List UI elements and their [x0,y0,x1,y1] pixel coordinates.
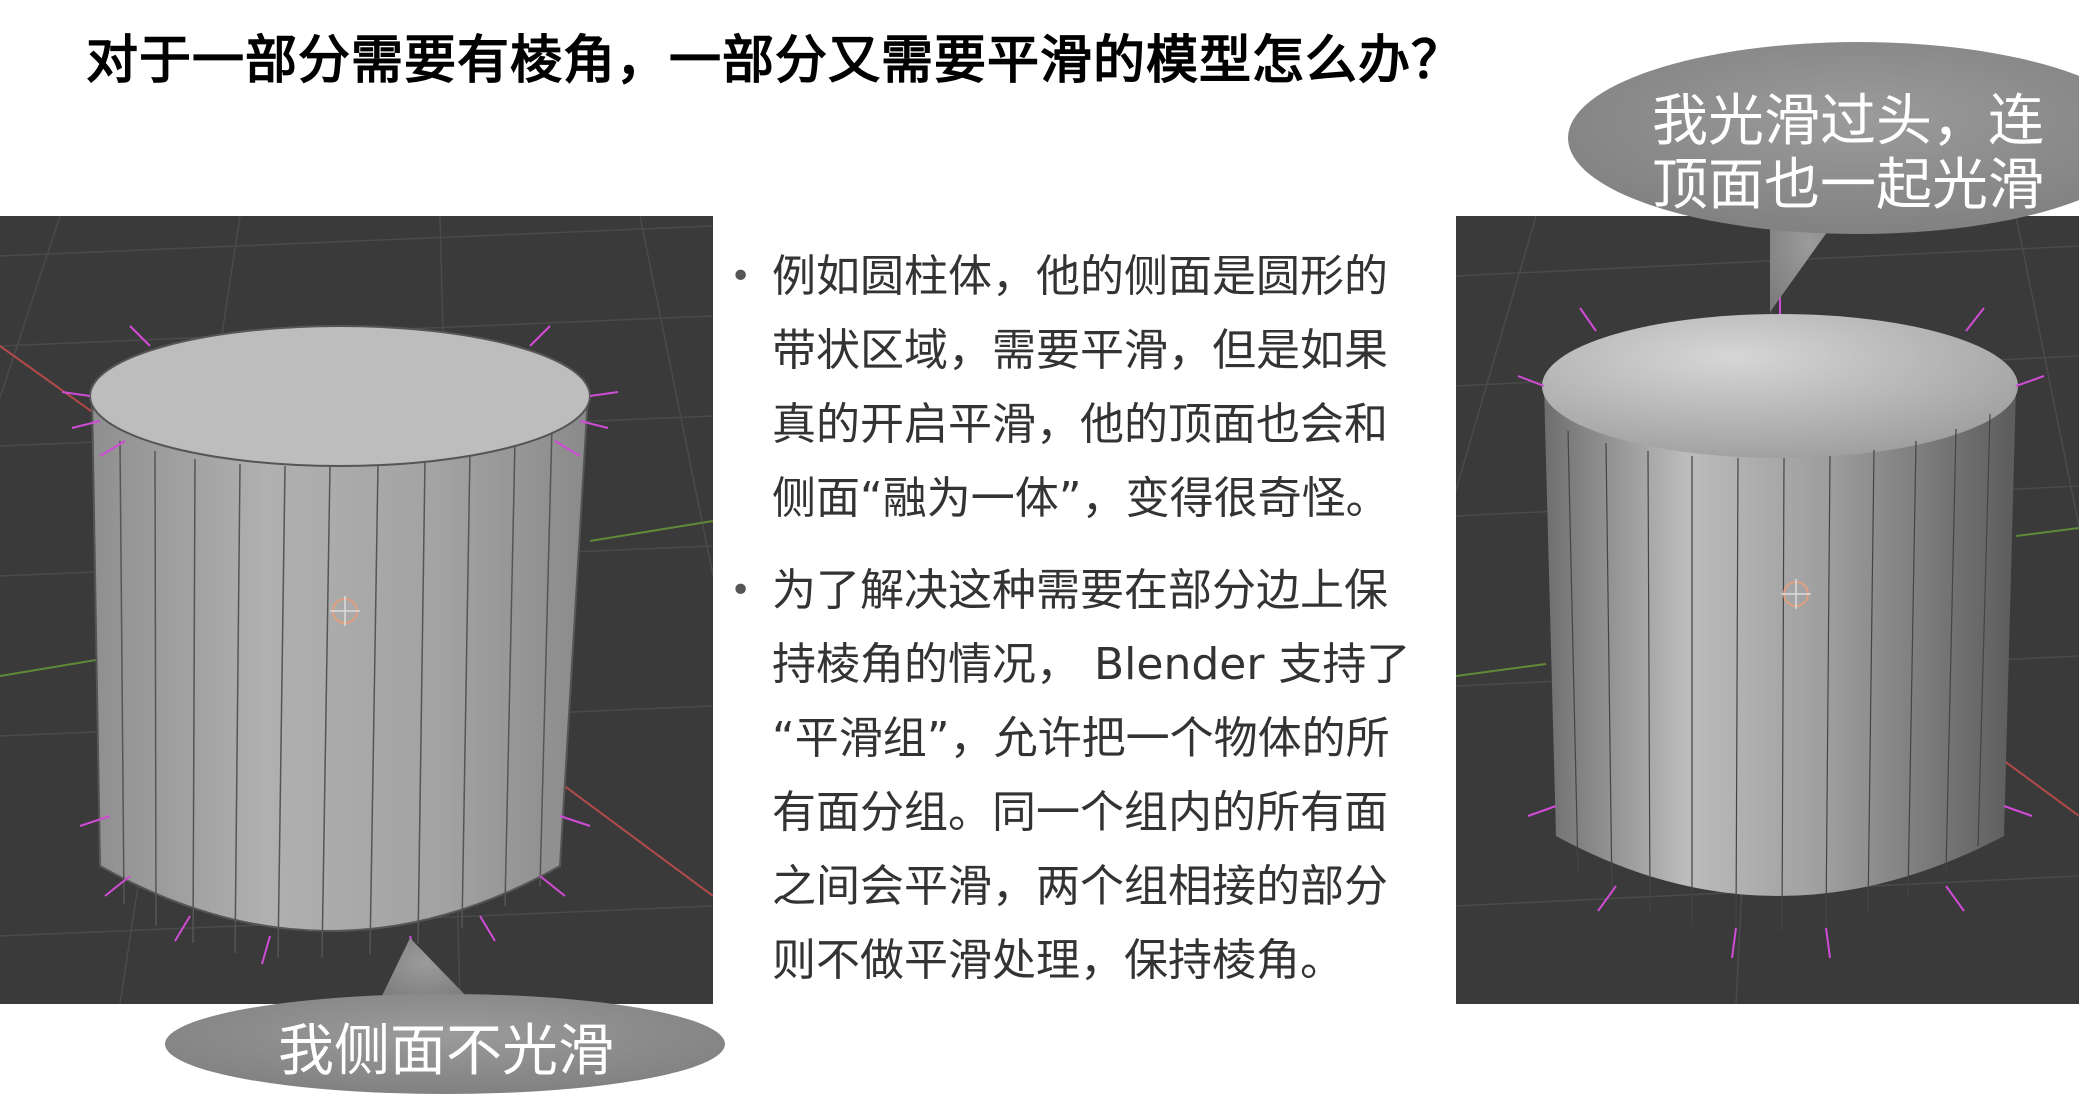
page-title: 对于一部分需要有棱角，一部分又需要平滑的模型怎么办？ [86,31,1465,91]
bubble-right-line-1: 我光滑过头，连 [1652,89,2044,154]
bullet-dot-icon: • [730,570,752,611]
bullet-line: 带状区域，需要平滑，但是如果 [772,325,1388,376]
bullet-line: 持棱角的情况， Blender 支持了 [772,639,1411,690]
flat-cylinder-render [0,216,713,1004]
bullet-line: 为了解决这种需要在部分边上保 [772,565,1388,616]
smooth-cylinder-viewport [1456,216,2079,1004]
bullet-item-2: • 为了解决这种需要在部分边上保 持棱角的情况， Blender 支持了 “平滑… [728,554,1448,998]
bullet-line: 有面分组。同一个组内的所有面 [772,787,1388,838]
bubble-right-line-2: 顶面也一起光滑 [1652,153,2044,218]
flat-cylinder-viewport [0,216,713,1004]
bubble-right-text: 我光滑过头，连 顶面也一起光滑 [1652,90,2044,218]
bullet-line: 例如圆柱体，他的侧面是圆形的 [772,251,1388,302]
bullet-line: 侧面“融为一体”，变得很奇怪。 [772,473,1390,524]
smooth-cylinder-render [1456,216,2079,1004]
bullet-dot-icon: • [730,256,752,297]
bullet-list: • 例如圆柱体，他的侧面是圆形的 带状区域，需要平滑，但是如果 真的开启平滑，他… [728,240,1448,1016]
bullet-line: “平滑组”，允许把一个物体的所 [772,713,1390,764]
bullet-line: 则不做平滑处理，保持棱角。 [772,935,1344,986]
bullet-item-1: • 例如圆柱体，他的侧面是圆形的 带状区域，需要平滑，但是如果 真的开启平滑，他… [728,240,1448,536]
bullet-line: 真的开启平滑，他的顶面也会和 [772,399,1388,450]
bubble-left-text: 我侧面不光滑 [278,1019,614,1084]
bullet-line: 之间会平滑，两个组相接的部分 [772,861,1388,912]
